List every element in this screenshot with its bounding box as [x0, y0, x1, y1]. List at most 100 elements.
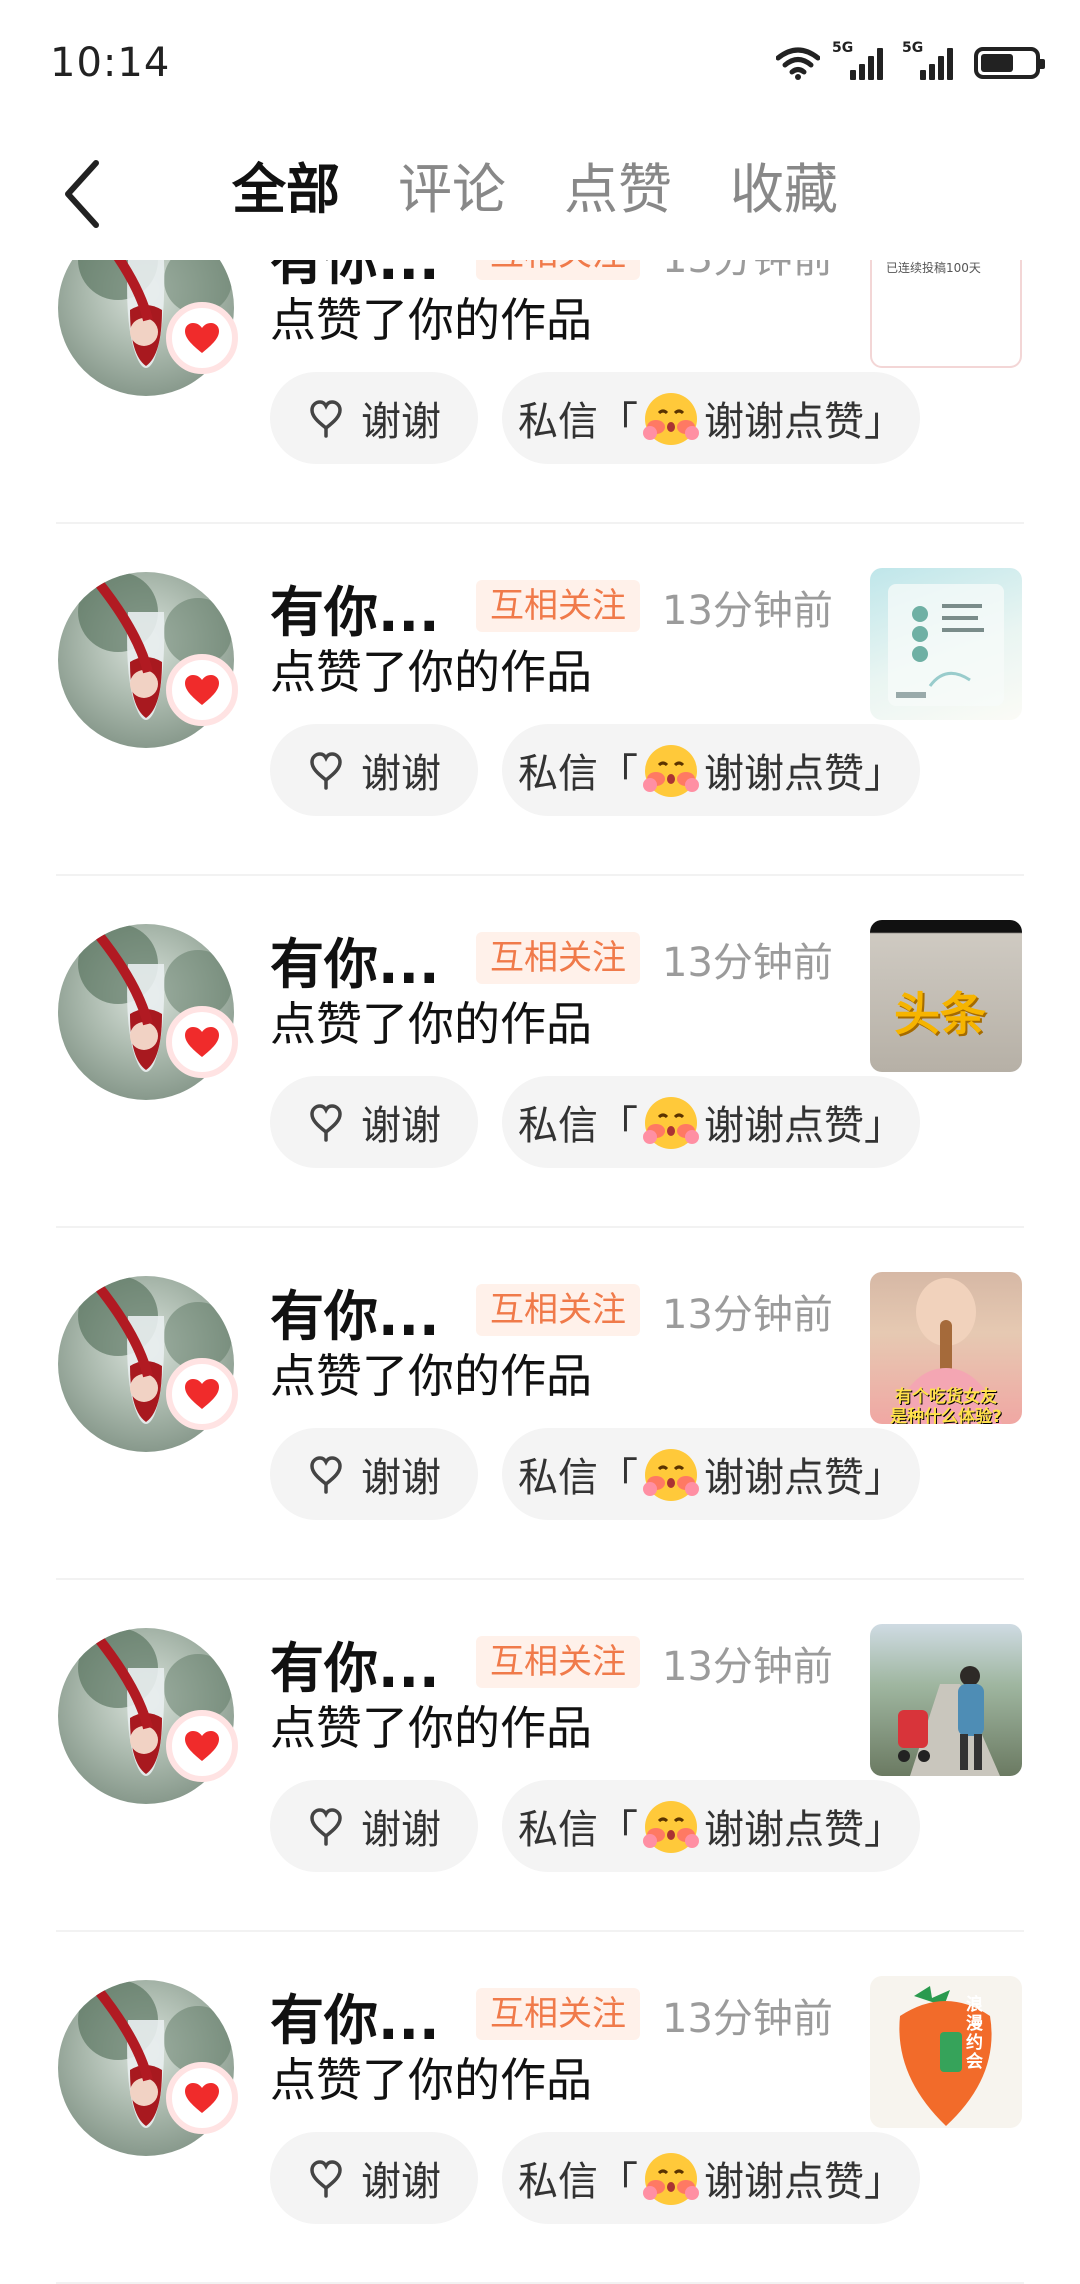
thumb-art — [888, 584, 1004, 706]
timestamp: 13分钟前 — [662, 1644, 833, 1690]
dm-prefix: 私信「 — [518, 399, 638, 445]
cellular-signal-icon: 5G — [902, 40, 960, 80]
blushing-emoji-icon — [643, 745, 699, 797]
status-time: 10:14 — [50, 40, 171, 86]
dm-prefix: 私信「 — [518, 2159, 638, 2205]
battery-icon — [974, 47, 1045, 79]
list-item[interactable]: 有你... 互相关注 13分钟前 点赞了你的作品 谢谢 私信「 谢谢点赞」 — [0, 524, 1080, 876]
thanks-button[interactable]: 谢谢 — [270, 372, 478, 464]
dm-prefix: 私信「 — [518, 1103, 638, 1149]
tab-bar: 全部 评论 点赞 收藏 — [232, 150, 838, 230]
tab-favorites[interactable]: 收藏 — [730, 150, 838, 230]
dm-thanks-button[interactable]: 私信「 谢谢点赞」 — [502, 1428, 920, 1520]
dm-suffix: 谢谢点赞」 — [704, 1455, 904, 1501]
heart-icon — [185, 1027, 219, 1057]
action-text: 点赞了你的作品 — [270, 645, 592, 699]
heart-icon — [185, 1379, 219, 1409]
list-item[interactable]: 有你... 互相关注 13分钟前 点赞了你的作品 有个吃货女友 是种什么体验? 谢… — [0, 1228, 1080, 1580]
back-button[interactable] — [52, 154, 112, 234]
action-text: 点赞了你的作品 — [270, 1701, 592, 1755]
wifi-icon — [776, 47, 820, 80]
like-badge — [166, 2062, 238, 2134]
heart-hand-icon — [310, 1456, 342, 1494]
heart-hand-icon — [310, 1808, 342, 1846]
thumb-art — [898, 1666, 1000, 1776]
tab-all[interactable]: 全部 — [232, 150, 340, 230]
dm-suffix: 谢谢点赞」 — [704, 1103, 904, 1149]
dm-thanks-button[interactable]: 私信「 谢谢点赞」 — [502, 1780, 920, 1872]
list-item[interactable]: 有你... 互相关注 13分钟前 点赞了你的作品 头条 谢谢 私信「 谢谢点赞」 — [0, 876, 1080, 1228]
dm-suffix: 谢谢点赞」 — [704, 751, 904, 797]
list-item[interactable]: 有你... 互相关注 13分钟前 点赞了你的作品 浪漫约会 谢谢 私信「 谢谢点… — [0, 1932, 1080, 2284]
thanks-label: 谢谢 — [361, 399, 441, 445]
thumb-art — [899, 1986, 992, 2126]
heart-icon — [185, 2083, 219, 2113]
heart-hand-icon — [310, 1104, 342, 1142]
thanks-button[interactable]: 谢谢 — [270, 1428, 478, 1520]
thanks-button[interactable]: 谢谢 — [270, 1780, 478, 1872]
mutual-follow-badge: 互相关注 — [476, 932, 640, 984]
header: 全部 评论 点赞 收藏 — [0, 136, 1080, 260]
chevron-left-icon — [65, 160, 99, 228]
work-thumbnail[interactable]: 有个吃货女友 是种什么体验? — [870, 1272, 1022, 1424]
work-thumbnail[interactable] — [870, 568, 1022, 720]
dm-thanks-button[interactable]: 私信「 谢谢点赞」 — [502, 724, 920, 816]
blushing-emoji-icon — [643, 1801, 699, 1853]
thanks-button[interactable]: 谢谢 — [270, 2132, 478, 2224]
thanks-button[interactable]: 谢谢 — [270, 724, 478, 816]
timestamp: 13分钟前 — [662, 940, 833, 986]
dm-thanks-button[interactable]: 私信「 谢谢点赞」 — [502, 372, 920, 464]
mutual-follow-badge: 互相关注 — [476, 1284, 640, 1336]
work-thumbnail[interactable] — [870, 1624, 1022, 1776]
dm-prefix: 私信「 — [518, 1455, 638, 1501]
action-text: 点赞了你的作品 — [270, 997, 592, 1051]
action-text: 点赞了你的作品 — [270, 293, 592, 347]
dm-prefix: 私信「 — [518, 751, 638, 797]
dm-suffix: 谢谢点赞」 — [704, 399, 904, 445]
like-badge — [166, 1358, 238, 1430]
heart-hand-icon — [310, 400, 342, 438]
blushing-emoji-icon — [643, 393, 699, 445]
dm-thanks-button[interactable]: 私信「 谢谢点赞」 — [502, 1076, 920, 1168]
blushing-emoji-icon — [643, 2153, 699, 2205]
thanks-label: 谢谢 — [361, 1807, 441, 1853]
dm-prefix: 私信「 — [518, 1807, 638, 1853]
timestamp: 13分钟前 — [662, 588, 833, 634]
mutual-follow-badge: 互相关注 — [476, 580, 640, 632]
thanks-button[interactable]: 谢谢 — [270, 1076, 478, 1168]
signal-tag: 5G — [832, 40, 854, 56]
blushing-emoji-icon — [643, 1449, 699, 1501]
dm-suffix: 谢谢点赞」 — [704, 2159, 904, 2205]
dm-thanks-button[interactable]: 私信「 谢谢点赞」 — [502, 2132, 920, 2224]
like-badge — [166, 654, 238, 726]
timestamp: 13分钟前 — [662, 1292, 833, 1338]
blushing-emoji-icon — [643, 1097, 699, 1149]
mutual-follow-badge: 互相关注 — [476, 1988, 640, 2040]
thanks-label: 谢谢 — [361, 2159, 441, 2205]
thumb-caption-2: 是种什么体验? — [890, 1407, 1002, 1424]
thumb-headline-text: 头条 — [894, 987, 986, 1041]
heart-icon — [185, 675, 219, 705]
thumb-strawberry-text: 浪漫约会 — [966, 1995, 983, 2072]
tab-comments[interactable]: 评论 — [398, 150, 506, 230]
dm-suffix: 谢谢点赞」 — [704, 1807, 904, 1853]
like-badge — [166, 1710, 238, 1782]
thanks-label: 谢谢 — [361, 1455, 441, 1501]
heart-hand-icon — [310, 2160, 342, 2198]
thanks-label: 谢谢 — [361, 751, 441, 797]
cellular-signal-icon: 5G — [832, 40, 890, 80]
mutual-follow-badge: 互相关注 — [476, 1636, 640, 1688]
action-text: 点赞了你的作品 — [270, 2053, 592, 2107]
like-badge — [166, 302, 238, 374]
thanks-label: 谢谢 — [361, 1103, 441, 1149]
work-thumbnail[interactable]: 头条 — [870, 920, 1022, 1072]
heart-hand-icon — [310, 752, 342, 790]
list-item[interactable]: 有你... 互相关注 13分钟前 点赞了你的作品 谢谢 私信「 谢谢点赞」 — [0, 1580, 1080, 1932]
like-badge — [166, 1006, 238, 1078]
work-thumbnail[interactable]: 浪漫约会 — [870, 1976, 1022, 2128]
tab-likes[interactable]: 点赞 — [564, 150, 672, 230]
status-bar: 10:14 5G 5G — [0, 0, 1080, 136]
heart-icon — [185, 1731, 219, 1761]
status-icons: 5G 5G — [776, 40, 1045, 80]
timestamp: 13分钟前 — [662, 1996, 833, 2042]
